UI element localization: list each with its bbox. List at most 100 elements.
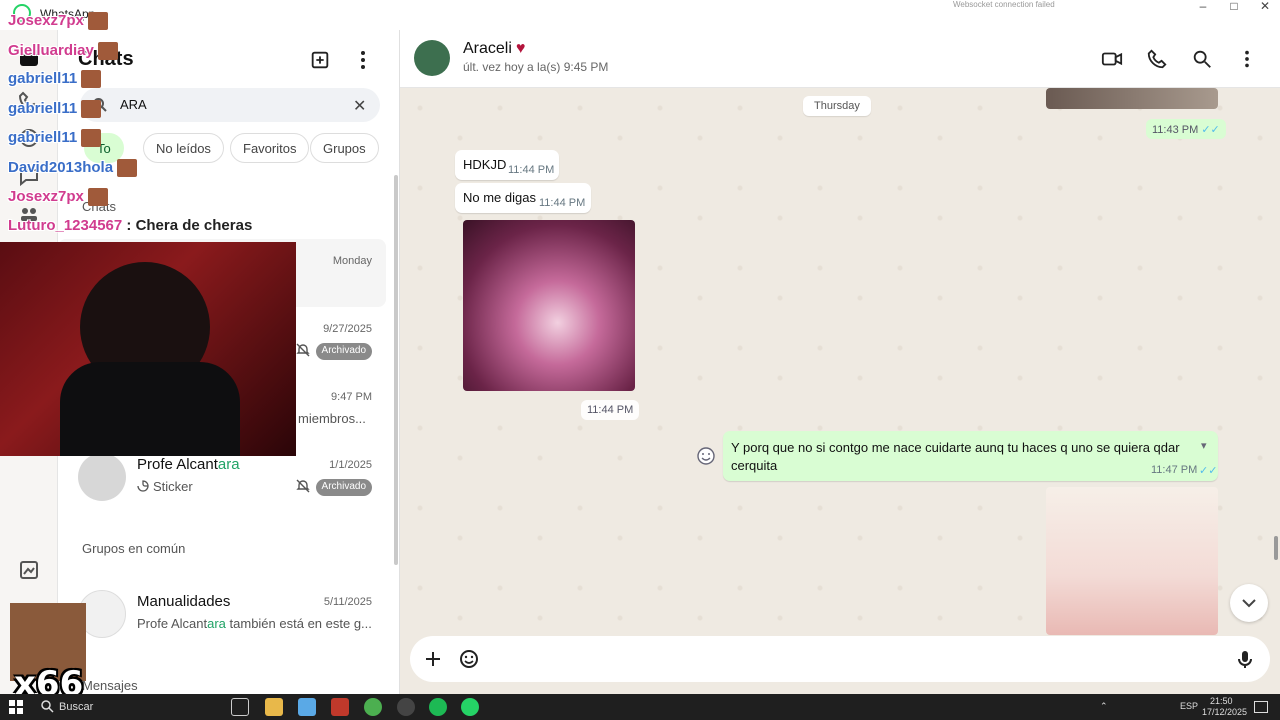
chat-date: 9:47 PM [331,391,372,403]
stream-chat-line: Luturo_1234567 : Chera de cheras [8,217,253,234]
stream-chat-line: gabriell11 [8,100,102,119]
menu-icon[interactable] [354,49,372,71]
conversation-scrollbar[interactable] [1274,536,1278,560]
input-language[interactable]: ESP [1180,701,1198,711]
stream-chat-line: Josexz7px [8,188,108,207]
app-window: WhatsApp Websocket connection failed – □… [0,0,1280,720]
archived-badge: Archivado [315,343,372,360]
taskbar-search-label: Buscar [59,701,94,713]
emote-icon [97,42,118,61]
scroll-down-button[interactable] [1230,584,1268,622]
message-bubble[interactable]: Y porq que no si contgo me nace cuidarte… [723,431,1218,481]
message-time: 11:43 PM ✓✓ [1146,119,1226,139]
group-row[interactable]: Manualidades 5/11/2025 Profe Alcantara t… [58,580,386,648]
filter-groups[interactable]: Grupos [310,133,379,163]
stream-chat-line: Gielluardiay [8,42,118,61]
chat-preview: miembros... [298,411,366,426]
message-text: No me digas [463,190,536,205]
chrome-icon[interactable] [364,698,382,716]
minimize-button[interactable]: – [1188,0,1218,12]
message-composer[interactable] [410,636,1270,682]
outgoing-sticker[interactable] [1046,487,1218,635]
message-time: 11:44 PM [581,400,640,420]
clock-date[interactable]: 17/12/2025 [1202,707,1247,717]
webcam-shirt [60,362,240,456]
obs-icon[interactable] [397,698,415,716]
stream-chat-line: gabriell11 [8,70,102,89]
sticker-icon[interactable] [458,648,480,670]
archived-badge: Archivado [315,479,372,496]
task-view-icon[interactable] [231,698,249,716]
search-icon[interactable] [1191,48,1213,70]
app-icon[interactable] [298,698,316,716]
chevron-down-icon[interactable]: ▾ [1201,439,1207,452]
group-date: 5/11/2025 [323,596,372,608]
avatar [78,453,126,501]
chat-name: Profe Alcantara [137,456,240,473]
tray-chevron-icon[interactable]: ⌃ [1100,701,1108,712]
group-name: Manualidades [137,593,231,610]
message-time: 11:47 PM [1151,464,1198,476]
stream-chat-line: David2013hola [8,159,138,178]
chat-menu-icon[interactable] [1236,48,1258,70]
microphone-icon[interactable] [1234,648,1256,670]
conversation-header: Araceli ♥ últ. vez hoy a la(s) 9:45 PM [400,30,1280,88]
stream-chat-line: Josexz7px [8,12,108,31]
message-text: HDKJD [463,157,507,172]
emote-icon [87,188,108,207]
read-receipt-icon: ✓✓ [1199,465,1218,477]
taskbar: Buscar ⌃ ESP 21:50 17/12/2025 [0,694,1280,720]
message-time: 11:44 PM [508,164,555,176]
taskbar-search[interactable]: Buscar [36,694,226,720]
app-icon[interactable] [331,698,349,716]
chat-date: Monday [332,255,372,267]
media-icon[interactable] [17,558,41,582]
emote-icon [87,12,108,31]
clear-search-icon[interactable]: ✕ [353,96,366,116]
voice-call-icon[interactable] [1146,48,1168,70]
section-messages: Mensajes [82,678,138,693]
outgoing-image[interactable] [1046,88,1218,109]
windows-start-icon[interactable] [9,700,23,714]
muted-icon [296,479,310,493]
emote-icon [117,159,138,178]
emote-icon [81,100,102,119]
message-text: Y porq que no si contgo me nace cuidarte… [731,440,1180,473]
section-groups: Grupos en común [82,541,186,556]
new-chat-icon[interactable] [309,49,331,71]
day-divider: Thursday [803,96,871,116]
group-preview: Profe Alcantara también está en este g..… [137,616,372,631]
conversation-panel: Araceli ♥ últ. vez hoy a la(s) 9:45 PM 11… [400,30,1280,694]
stream-chat-line: gabriell11 [8,129,102,148]
sticker-icon [137,480,149,492]
clock-time[interactable]: 21:50 [1210,696,1233,706]
chat-list-scrollbar[interactable] [394,175,398,565]
chevron-down-icon [1242,599,1256,608]
file-explorer-icon[interactable] [265,698,283,716]
message-time: 11:44 PM [539,197,586,209]
spotify-icon[interactable] [429,698,447,716]
muted-icon [296,343,310,357]
emote-icon [81,70,102,89]
last-seen: últ. vez hoy a la(s) 9:45 PM [463,60,609,74]
websocket-status: Websocket connection failed [953,0,1055,9]
incoming-image[interactable] [463,220,635,391]
react-emoji-icon[interactable] [696,446,716,466]
chat-preview: Sticker [137,479,193,494]
stream-chat-overlay: Josexz7px Gielluardiay gabriell11 gabrie… [4,12,284,242]
video-call-icon[interactable] [1101,48,1123,70]
emote-icon [81,129,102,148]
message-bubble[interactable]: No me digas 11:44 PM [455,183,591,213]
maximize-button[interactable]: □ [1219,0,1249,12]
contact-avatar[interactable] [414,40,450,76]
attach-plus-icon[interactable] [422,648,444,670]
notifications-icon[interactable] [1254,701,1268,713]
chat-date: 1/1/2025 [329,459,372,471]
search-icon [41,700,54,713]
close-button[interactable]: ✕ [1250,0,1280,12]
contact-name[interactable]: Araceli ♥ [463,40,525,58]
whatsapp-icon[interactable] [461,698,479,716]
webcam-overlay [0,242,296,456]
message-bubble[interactable]: HDKJD 11:44 PM [455,150,559,180]
chat-date: 9/27/2025 [323,323,372,335]
